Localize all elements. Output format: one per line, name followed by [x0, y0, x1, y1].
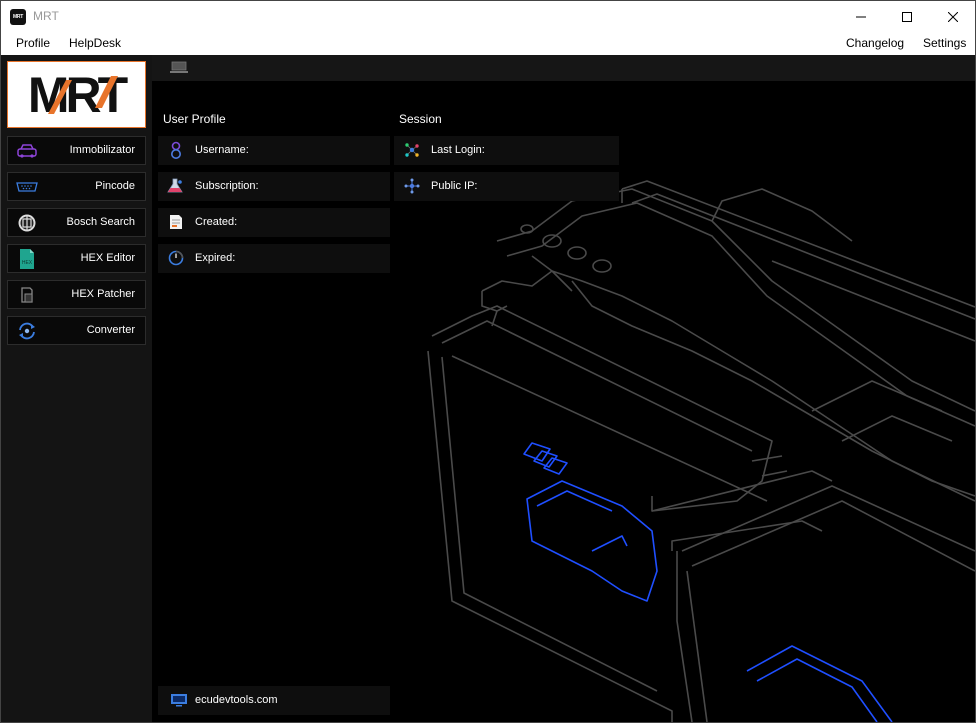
- laptop-icon[interactable]: [170, 61, 188, 74]
- nav-label-hex-editor: HEX Editor: [80, 252, 135, 264]
- nav-pincode[interactable]: Pincode: [7, 172, 146, 201]
- website-link[interactable]: ecudevtools.com: [158, 686, 390, 715]
- nav-bosch-search[interactable]: Bosch Search: [7, 208, 146, 237]
- main-content: User Profile Session Username: Subscript…: [152, 81, 975, 722]
- menu-settings[interactable]: Settings: [923, 36, 966, 50]
- nav-immobilizator[interactable]: Immobilizator: [7, 136, 146, 165]
- created-label: Created:: [195, 216, 238, 228]
- expired-row: Expired:: [158, 244, 390, 273]
- nav-label-bosch-search: Bosch Search: [66, 216, 135, 228]
- public-ip-row: Public IP:: [394, 172, 619, 201]
- car-icon: [17, 144, 37, 158]
- subscription-label: Subscription:: [195, 180, 259, 192]
- close-button[interactable]: [930, 1, 976, 32]
- converter-icon: [19, 322, 35, 340]
- svg-text:HEX: HEX: [22, 260, 33, 266]
- menu-profile[interactable]: Profile: [16, 36, 50, 50]
- username-row: Username:: [158, 136, 390, 165]
- logo-image: MRT: [28, 67, 132, 123]
- last-login-row: Last Login:: [394, 136, 619, 165]
- minimize-icon: [856, 16, 866, 17]
- nav-label-converter: Converter: [86, 324, 135, 336]
- bosch-icon: [18, 214, 36, 232]
- app-icon: MRT: [10, 9, 26, 25]
- maximize-button[interactable]: [884, 1, 930, 32]
- serial-port-icon: [16, 182, 38, 192]
- close-icon: [948, 11, 958, 22]
- menu-changelog[interactable]: Changelog: [846, 36, 904, 50]
- nav-label-hex-patcher: HEX Patcher: [71, 288, 135, 300]
- sidebar: MRT Immobilizator Pincode Bosch Search H…: [1, 55, 152, 722]
- nav-label-immobilizator: Immobilizator: [69, 144, 135, 156]
- website-link-label: ecudevtools.com: [195, 694, 278, 706]
- network-icon: [405, 143, 419, 157]
- expired-label: Expired:: [195, 252, 236, 264]
- svg-text:MRT: MRT: [28, 67, 128, 123]
- last-login-label: Last Login:: [431, 144, 485, 156]
- ip-network-icon: [404, 178, 420, 194]
- content-header: [152, 55, 975, 81]
- minimize-button[interactable]: [838, 1, 884, 32]
- menu-helpdesk[interactable]: HelpDesk: [69, 36, 121, 50]
- menu-bar: Profile HelpDesk Changelog Settings: [0, 31, 976, 55]
- window-title: MRT: [33, 9, 59, 23]
- nav-hex-patcher[interactable]: HEX Patcher: [7, 280, 146, 309]
- public-ip-label: Public IP:: [431, 180, 478, 192]
- user-profile-title: User Profile: [163, 112, 226, 126]
- mrt-logo: MRT: [7, 61, 146, 128]
- username-label: Username:: [195, 144, 249, 156]
- maximize-icon: [902, 11, 912, 22]
- flask-icon: [167, 178, 183, 193]
- nav-hex-editor[interactable]: HEX HEX Editor: [7, 244, 146, 273]
- hex-file-icon: HEX: [20, 249, 34, 269]
- user-icon: [171, 141, 181, 159]
- session-title: Session: [399, 112, 442, 126]
- timer-icon: [168, 250, 184, 266]
- document-icon: [170, 215, 182, 229]
- monitor-icon: [171, 694, 187, 707]
- title-bar: MRT MRT: [0, 0, 976, 31]
- subscription-row: Subscription:: [158, 172, 390, 201]
- nav-converter[interactable]: Converter: [7, 316, 146, 345]
- nav-label-pincode: Pincode: [95, 180, 135, 192]
- created-row: Created:: [158, 208, 390, 237]
- patch-icon: [21, 287, 33, 303]
